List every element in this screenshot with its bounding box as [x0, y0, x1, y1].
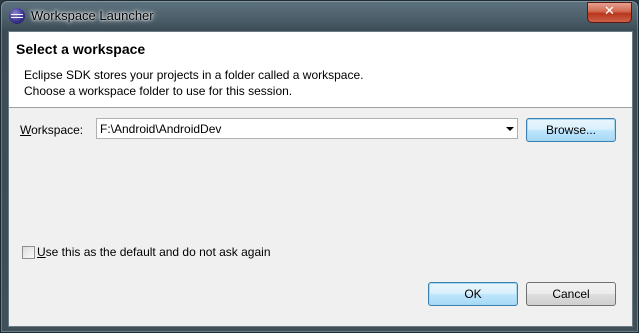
title-bar[interactable]: Workspace Launcher ✕ [1, 1, 638, 31]
chevron-down-icon[interactable] [506, 127, 514, 131]
workspace-launcher-window: Workspace Launcher ✕ Select a workspace … [0, 0, 639, 333]
eclipse-icon [9, 8, 25, 24]
workspace-label: Workspace: [20, 123, 83, 137]
workspace-path-value[interactable]: F:\Android\AndroidDev [100, 122, 221, 136]
dialog-body: Select a workspace Eclipse SDK stores yo… [8, 31, 633, 327]
description-line-2: Choose a workspace folder to use for thi… [24, 84, 293, 98]
page-title: Select a workspace [16, 41, 146, 57]
default-checkbox-text: se this as the default and do not ask ag… [45, 245, 271, 259]
ok-button[interactable]: OK [428, 282, 518, 306]
default-checkbox[interactable] [22, 246, 35, 259]
header-description: Eclipse SDK stores your projects in a fo… [24, 67, 364, 99]
window-title: Workspace Launcher [31, 8, 154, 23]
workspace-combo[interactable]: F:\Android\AndroidDev [96, 118, 518, 139]
description-line-1: Eclipse SDK stores your projects in a fo… [24, 68, 364, 82]
close-icon: ✕ [604, 4, 615, 19]
dialog-header: Select a workspace Eclipse SDK stores yo… [9, 32, 632, 108]
default-checkbox-label[interactable]: Use this as the default and do not ask a… [37, 245, 271, 259]
browse-button[interactable]: Browse... [526, 118, 616, 142]
workspace-label-mnemonic: W [20, 123, 32, 137]
workspace-label-text: orkspace: [31, 123, 84, 137]
close-button[interactable]: ✕ [587, 2, 632, 23]
cancel-button[interactable]: Cancel [526, 282, 616, 306]
default-checkbox-mnemonic: U [37, 245, 46, 259]
